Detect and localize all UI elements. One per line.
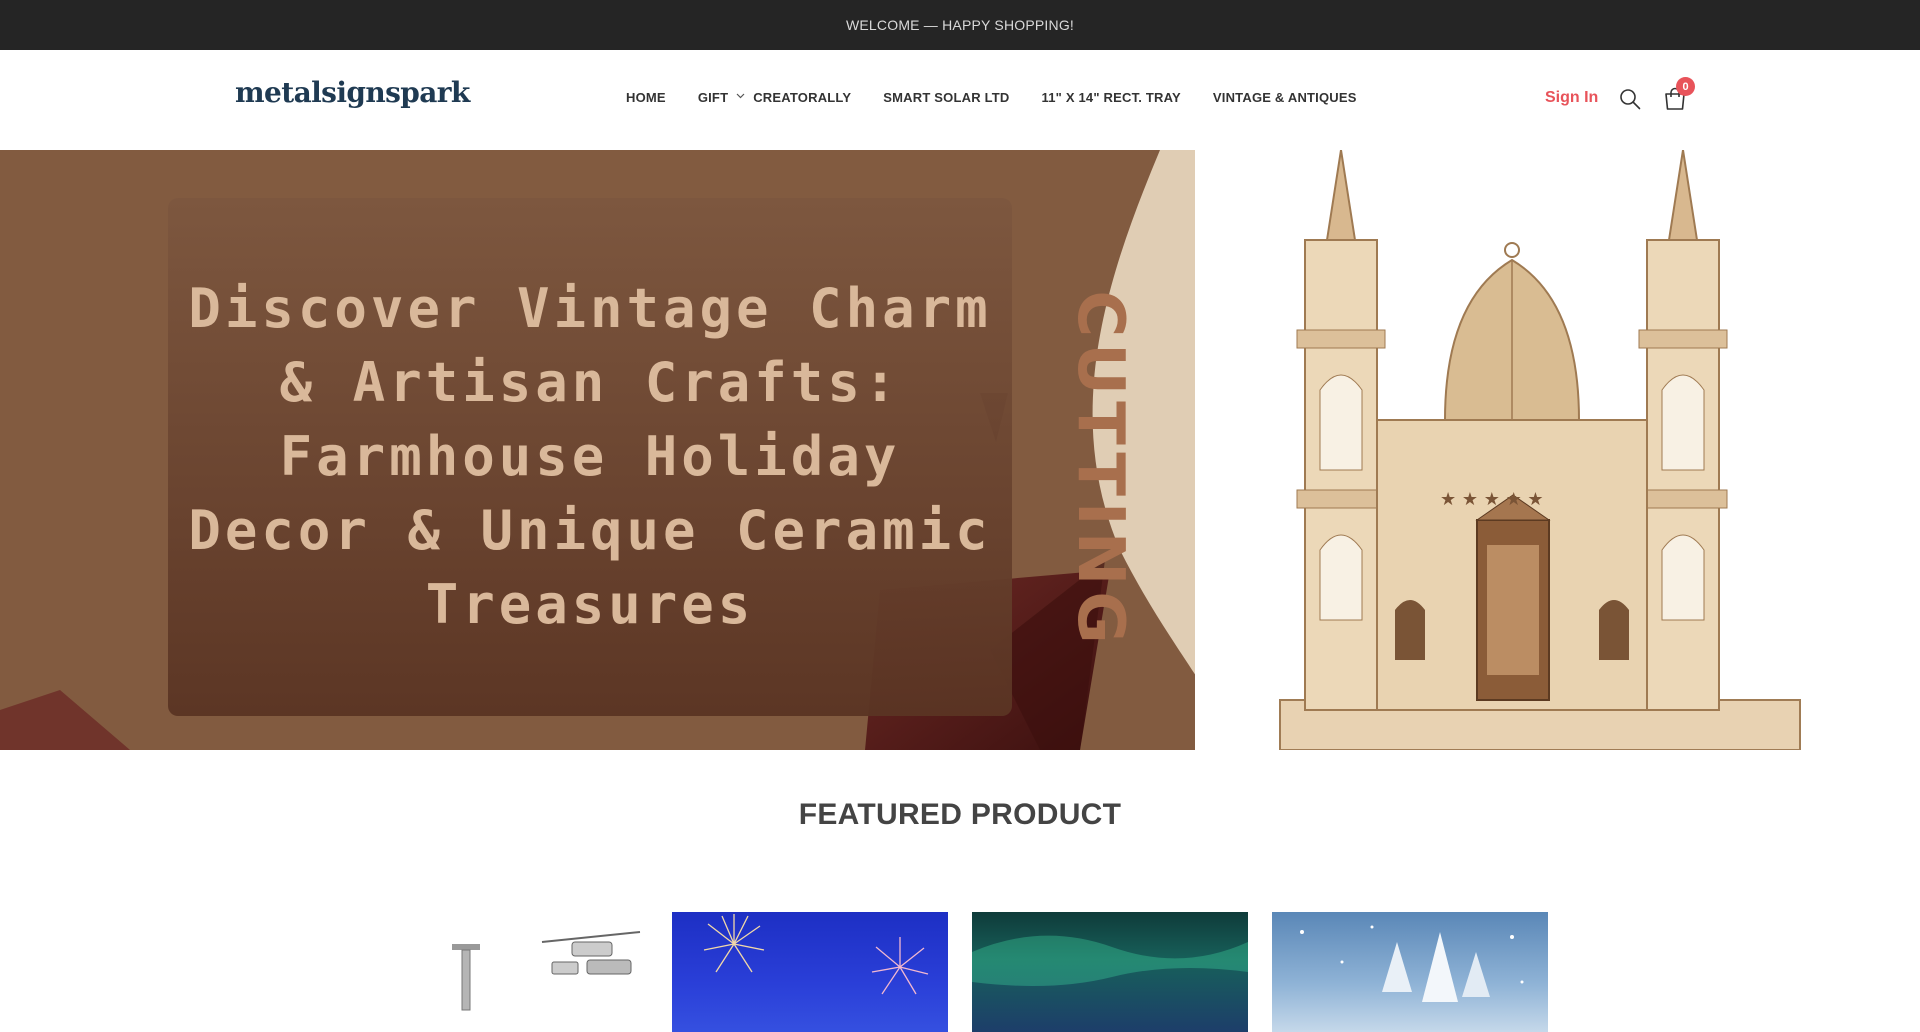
- product-card[interactable]: [372, 912, 648, 1032]
- hero-banner[interactable]: CUTTING Discover Vintage Charm & Artisan…: [0, 150, 1920, 750]
- svg-text:★ ★ ★ ★ ★: ★ ★ ★ ★ ★: [1440, 489, 1544, 510]
- hero-text-box: Discover Vintage Charm & Artisan Crafts:…: [168, 198, 1012, 716]
- product-image-snowy-trees: [1300, 925, 1524, 1002]
- hero-left-panel: CUTTING Discover Vintage Charm & Artisan…: [0, 150, 1195, 750]
- product-image-cable-car: [452, 931, 641, 1011]
- product-card[interactable]: [972, 912, 1248, 1032]
- product-image-fireworks: [703, 914, 929, 995]
- nav-item-home[interactable]: HOME: [626, 90, 666, 105]
- site-logo[interactable]: metalsignspark: [235, 76, 470, 109]
- main-nav: HOME GIFT CREATORALLY SMART SOLAR LTD 11…: [626, 90, 1389, 105]
- search-icon[interactable]: [1619, 88, 1641, 110]
- nav-item-label: HOME: [626, 90, 666, 105]
- cart-count-badge: 0: [1676, 77, 1695, 96]
- nav-item-gift[interactable]: GIFT: [698, 90, 745, 105]
- product-image-aurora: [972, 935, 1248, 986]
- sign-in-link[interactable]: Sign In: [1545, 89, 1598, 107]
- nav-item-rect-tray[interactable]: 11" X 14" RECT. TRAY: [1042, 90, 1181, 105]
- nav-item-label: VINTAGE & ANTIQUES: [1212, 90, 1357, 105]
- chevron-down-icon: [736, 87, 745, 102]
- hero-product-image: ★ ★ ★ ★ ★: [1195, 150, 1920, 750]
- announcement-bar: WELCOME — HAPPY SHOPPING!: [0, 0, 1920, 50]
- site-header: metalsignspark HOME GIFT CREATORALLY SMA…: [0, 50, 1920, 150]
- announcement-text: WELCOME — HAPPY SHOPPING!: [845, 17, 1074, 33]
- hero-side-text: CUTTING: [1063, 290, 1137, 650]
- nav-item-label: SMART SOLAR LTD: [883, 90, 1010, 105]
- featured-section-title: FEATURED PRODUCT: [798, 798, 1122, 831]
- nav-item-label: CREATORALLY: [753, 90, 852, 105]
- nav-item-label: GIFT: [697, 90, 729, 105]
- nav-item-vintage-antiques[interactable]: VINTAGE & ANTIQUES: [1213, 90, 1357, 105]
- wooden-mosque-lantern-image: ★ ★ ★ ★ ★: [1279, 150, 1801, 750]
- nav-item-smart-solar[interactable]: SMART SOLAR LTD: [883, 90, 1009, 105]
- nav-item-creatorally[interactable]: CREATORALLY: [753, 90, 851, 105]
- hero-headline: Discover Vintage Charm & Artisan Crafts:…: [188, 277, 992, 636]
- product-card[interactable]: [1272, 912, 1548, 1032]
- nav-item-label: 11" X 14" RECT. TRAY: [1041, 90, 1181, 105]
- featured-product-grid: [0, 912, 1920, 1032]
- product-card[interactable]: [672, 912, 948, 1032]
